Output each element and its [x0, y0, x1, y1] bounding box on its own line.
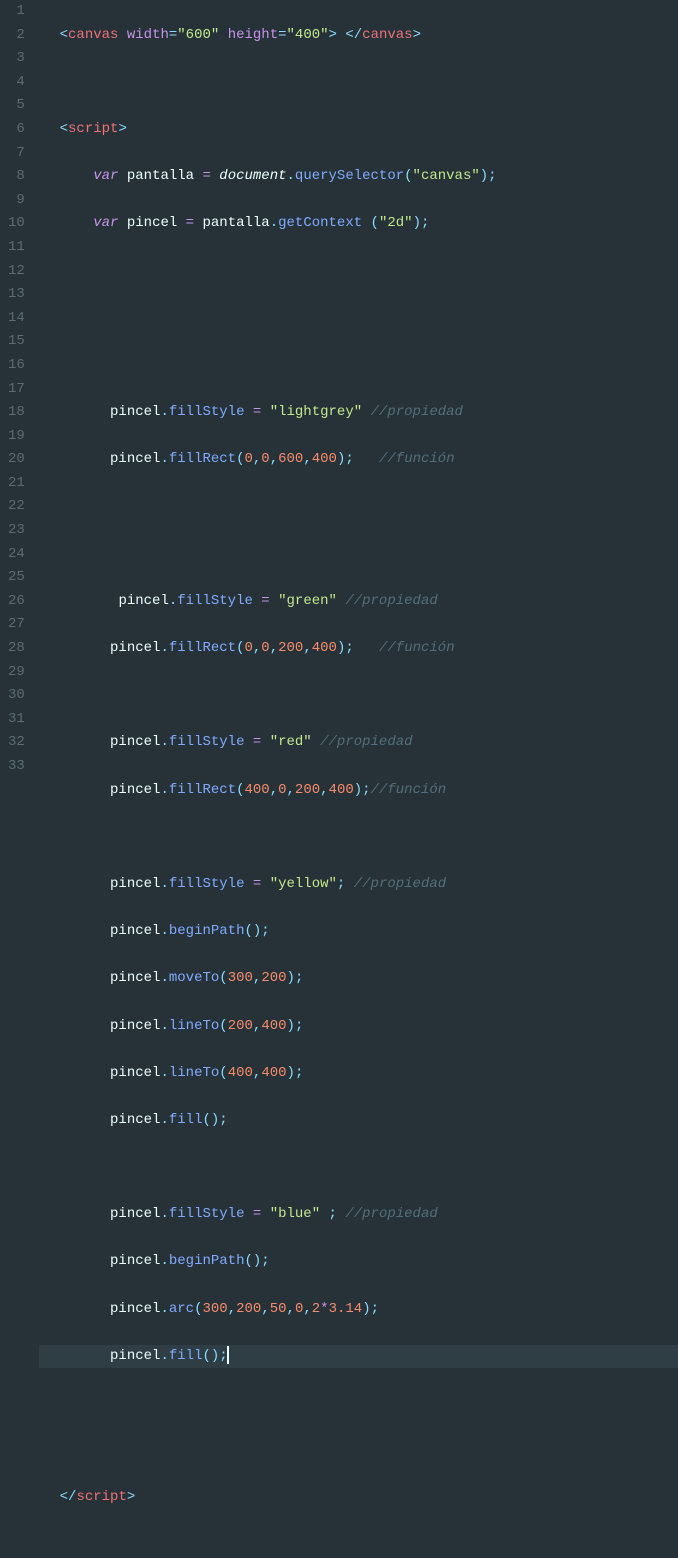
code-line: pincel.fillStyle = "blue" ; //propiedad: [39, 1203, 678, 1227]
line-number: 27: [8, 613, 25, 637]
code-line: [39, 495, 678, 519]
code-line: [39, 307, 678, 331]
line-number: 5: [8, 94, 25, 118]
line-number: 4: [8, 71, 25, 95]
code-line: pincel.fillRect(0,0,200,400); //función: [39, 637, 678, 661]
line-number: 21: [8, 472, 25, 496]
code-line: pincel.lineTo(200,400);: [39, 1015, 678, 1039]
code-editor: 1 2 3 4 5 6 7 8 9 10 11 12 13 14 15 16 1…: [0, 0, 678, 779]
code-line: pincel.fillStyle = "yellow"; //propiedad: [39, 873, 678, 897]
code-line: [39, 1534, 678, 1558]
code-line: pincel.fillStyle = "lightgrey" //propied…: [39, 401, 678, 425]
code-line: var pincel = pantalla.getContext ("2d");: [39, 212, 678, 236]
code-line: [39, 543, 678, 567]
line-number: 25: [8, 566, 25, 590]
code-line: pincel.arc(300,200,50,0,2*3.14);: [39, 1298, 678, 1322]
code-line: [39, 826, 678, 850]
line-number: 3: [8, 47, 25, 71]
code-line: [39, 260, 678, 284]
code-line: [39, 71, 678, 95]
line-number: 16: [8, 354, 25, 378]
code-line: <canvas width="600" height="400"> </canv…: [39, 24, 678, 48]
line-number: 10: [8, 212, 25, 236]
line-number: 14: [8, 307, 25, 331]
line-number: 22: [8, 495, 25, 519]
line-number: 2: [8, 24, 25, 48]
code-line: [39, 1156, 678, 1180]
line-number: 7: [8, 142, 25, 166]
line-number: 23: [8, 519, 25, 543]
line-number: 18: [8, 401, 25, 425]
line-number: 28: [8, 637, 25, 661]
code-line: pincel.fillStyle = "green" //propiedad: [39, 590, 678, 614]
line-number: 6: [8, 118, 25, 142]
line-number: 29: [8, 661, 25, 685]
line-number: 30: [8, 684, 25, 708]
code-line: pincel.beginPath();: [39, 1250, 678, 1274]
code-line: pincel.fillRect(400,0,200,400);//función: [39, 779, 678, 803]
line-number: 8: [8, 165, 25, 189]
code-line: pincel.fill();: [39, 1109, 678, 1133]
code-line: </script>: [39, 1486, 678, 1510]
line-number: 12: [8, 260, 25, 284]
code-line: pincel.fillRect(0,0,600,400); //función: [39, 448, 678, 472]
code-line: pincel.lineTo(400,400);: [39, 1062, 678, 1086]
line-number: 32: [8, 731, 25, 755]
code-line: [39, 1439, 678, 1463]
line-number: 26: [8, 590, 25, 614]
code-line: [39, 1392, 678, 1416]
code-line: <script>: [39, 118, 678, 142]
code-area[interactable]: <canvas width="600" height="400"> </canv…: [39, 0, 678, 779]
code-line: pincel.beginPath();: [39, 920, 678, 944]
line-number: 1: [8, 0, 25, 24]
line-number: 11: [8, 236, 25, 260]
line-number: 31: [8, 708, 25, 732]
text-cursor: [227, 1346, 229, 1364]
code-line: [39, 684, 678, 708]
line-number: 17: [8, 378, 25, 402]
code-line: var pantalla = document.querySelector("c…: [39, 165, 678, 189]
line-number: 9: [8, 189, 25, 213]
line-number: 20: [8, 448, 25, 472]
line-number: 15: [8, 330, 25, 354]
code-line: pincel.fill();: [39, 1345, 678, 1369]
code-line: pincel.fillStyle = "red" //propiedad: [39, 731, 678, 755]
line-number: 33: [8, 755, 25, 779]
line-number: 24: [8, 543, 25, 567]
line-number: 19: [8, 425, 25, 449]
code-line: [39, 354, 678, 378]
line-number-gutter: 1 2 3 4 5 6 7 8 9 10 11 12 13 14 15 16 1…: [0, 0, 39, 779]
code-line: pincel.moveTo(300,200);: [39, 967, 678, 991]
line-number: 13: [8, 283, 25, 307]
